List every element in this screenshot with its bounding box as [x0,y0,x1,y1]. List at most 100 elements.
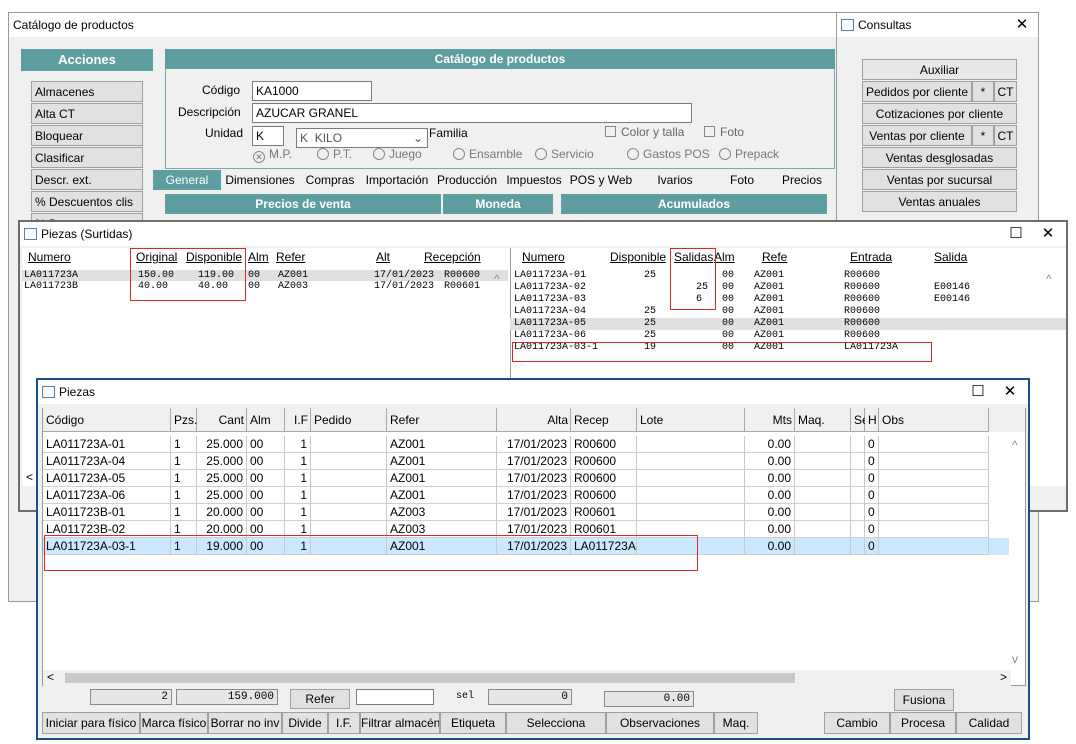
btn-procesa[interactable]: Procesa [890,712,956,734]
scroll-thumb[interactable] [65,673,795,683]
col-header-alta[interactable]: Alta [497,408,571,432]
consultas-pedidos-por-cliente-button[interactable]: Pedidos por cliente [862,81,972,102]
col-header-refe[interactable]: Refe [762,250,787,264]
consultas-ventas-anuales-button[interactable]: Ventas anuales [862,191,1017,212]
close-icon[interactable]: ✕ [1036,224,1060,244]
col-header-i-f[interactable]: I.F [285,408,311,432]
list-item[interactable]: LA011723A-02 25 00 AZ001 R00600 E00146 [510,282,1066,294]
col-header-maq[interactable]: Maq. [795,408,851,432]
list-item[interactable]: LA011723A-04 25 00 AZ001 R00600 [510,306,1066,318]
radio-ensamble[interactable]: Ensamble [453,147,522,161]
acciones-clasificar-button[interactable]: Clasificar [31,147,143,168]
col-header-alm[interactable]: Alm [247,408,285,432]
tab-precios[interactable]: Precios [769,170,835,190]
star-button[interactable]: * [972,81,994,102]
col-header-salida[interactable]: Salida [934,250,967,264]
list-item[interactable]: LA011723B 40.00 40.00 00 AZ003 17/01/2023 R006… [22,281,508,292]
col-header-pedido[interactable]: Pedido [311,408,387,432]
btn-etiqueta[interactable]: Etiqueta [440,712,506,734]
tab-general[interactable]: General [153,170,221,190]
consultas-ventas-por-cliente-button[interactable]: Ventas por cliente [862,125,972,146]
tab-pos-y-web[interactable]: POS y Web [567,170,635,190]
btn-cambio[interactable]: Cambio [824,712,890,734]
col-header-alm[interactable]: Alm [714,250,735,264]
col-header-recepcion[interactable]: Recepción [424,250,481,264]
col-header-mts[interactable]: Mts [745,408,795,432]
foto-checkbox[interactable]: Foto [704,125,744,139]
scroll-down-icon[interactable]: v [1012,652,1018,666]
btn-i-f[interactable]: I.F. [328,712,360,734]
col-header-alm[interactable]: Alm [248,250,269,264]
col-header-disponible[interactable]: Disponible [610,250,666,264]
acciones-almacenes-button[interactable]: Almacenes [31,81,143,102]
col-header-numero[interactable]: Numero [522,250,565,264]
tab-compras[interactable]: Compras [299,170,361,190]
radio-prepack[interactable]: Prepack [719,147,779,161]
btn-observaciones[interactable]: Observaciones [606,712,714,734]
table-row[interactable]: LA011723A-01 1 25.000 00 1 AZ001 17/01/2023 R00… [43,436,1009,453]
tab-foto[interactable]: Foto [715,170,769,190]
btn-divide[interactable]: Divide [282,712,328,734]
consultas-cotizaciones-por-cliente-button[interactable]: Cotizaciones por cliente [862,103,1017,124]
col-header-entrada[interactable]: Entrada [850,250,892,264]
col-header-obs[interactable]: Obs [879,408,989,432]
tab-produccion[interactable]: Producción [433,170,501,190]
ct-button[interactable]: CT [994,125,1017,146]
scroll-up-icon[interactable]: ^ [1046,272,1052,286]
btn-marca-fisico[interactable]: Marca físico [140,712,208,734]
color-talla-checkbox[interactable]: Color y talla [605,125,684,139]
descripcion-input[interactable]: AZUCAR GRANEL [252,103,692,123]
col-header-codigo[interactable]: Código [43,408,171,432]
maximize-icon[interactable]: ☐ [1004,224,1028,244]
close-icon[interactable]: ✕ [998,382,1022,402]
radio-juego[interactable]: Juego [373,147,422,161]
consultas-ventas-por-sucursal-button[interactable]: Ventas por sucursal [862,169,1017,190]
list-item[interactable]: LA011723A 150.00 119.00 00 AZ001 17/01/2023 R0… [22,270,508,281]
acciones-descr-ext-button[interactable]: Descr. ext. [31,169,143,190]
consultas-auxiliar-button[interactable]: Auxiliar [862,59,1017,80]
close-icon[interactable]: ✕ [1010,15,1034,35]
maximize-icon[interactable]: ☐ [966,382,990,402]
refer-input[interactable] [356,689,434,705]
list-item[interactable]: LA011723A-06 25 00 AZ001 R00600 [510,330,1066,342]
radio-p-t[interactable]: P.T. [317,147,352,161]
scroll-left-icon[interactable]: < [26,470,33,484]
scroll-right-icon[interactable]: > [1000,670,1007,684]
btn-borrar-no-inv[interactable]: Borrar no inv [208,712,282,734]
col-header-refer[interactable]: Refer [276,250,305,264]
acciones-alta-ct-button[interactable]: Alta CT [31,103,143,124]
col-header-refer[interactable]: Refer [387,408,497,432]
codigo-input[interactable]: KA1000 [252,81,372,101]
col-header-cant[interactable]: Cant [197,408,247,432]
scroll-up-icon[interactable]: ^ [494,272,500,286]
fusiona-button[interactable]: Fusiona [894,689,954,711]
unidad-select[interactable]: K KILO ⌄ [296,128,428,148]
table-row[interactable]: LA011723A-05 1 25.000 00 1 AZ001 17/01/2023 R00… [43,470,1009,487]
radio-gastos-pos[interactable]: Gastos POS [627,147,710,161]
btn-filtrar-almacen[interactable]: Filtrar almacén [360,712,440,734]
acciones-descuentos-clis-button[interactable]: % Descuentos clis [31,191,143,212]
table-row[interactable]: LA011723A-04 1 25.000 00 1 AZ001 17/01/2023 R00… [43,453,1009,470]
list-item[interactable]: LA011723A-01 25 00 AZ001 R00600 [510,270,1066,282]
col-header-se[interactable]: Se [851,408,869,432]
btn-iniciar-para-fisico[interactable]: Iniciar para físico [42,712,140,734]
tab-dimensiones[interactable]: Dimensiones [221,170,299,190]
table-row[interactable]: LA011723B-01 1 20.000 00 1 AZ003 17/01/2023 R00… [43,504,1009,521]
radio-servicio[interactable]: Servicio [535,147,594,161]
btn-selecciona[interactable]: Selecciona [506,712,606,734]
list-item[interactable]: LA011723A-03 6 00 AZ001 R00600 E00146 [510,294,1066,306]
ct-button[interactable]: CT [994,81,1017,102]
btn-maq[interactable]: Maq. [714,712,758,734]
scroll-left-icon[interactable]: < [47,670,54,684]
acciones-bloquear-button[interactable]: Bloquear [31,125,143,146]
star-button[interactable]: * [972,125,994,146]
btn-calidad[interactable]: Calidad [956,712,1022,734]
col-header-alt[interactable]: Alt [376,250,390,264]
col-header-pzs[interactable]: Pzs. [171,408,197,432]
consultas-ventas-desglosadas-button[interactable]: Ventas desglosadas [862,147,1017,168]
list-item[interactable]: LA011723A-05 25 00 AZ001 R00600 [510,318,1066,330]
col-header-h[interactable]: H [865,408,879,432]
horizontal-scrollbar[interactable]: < > [43,670,1011,686]
unidad-input[interactable]: K [252,126,284,146]
col-header-lote[interactable]: Lote [637,408,745,432]
